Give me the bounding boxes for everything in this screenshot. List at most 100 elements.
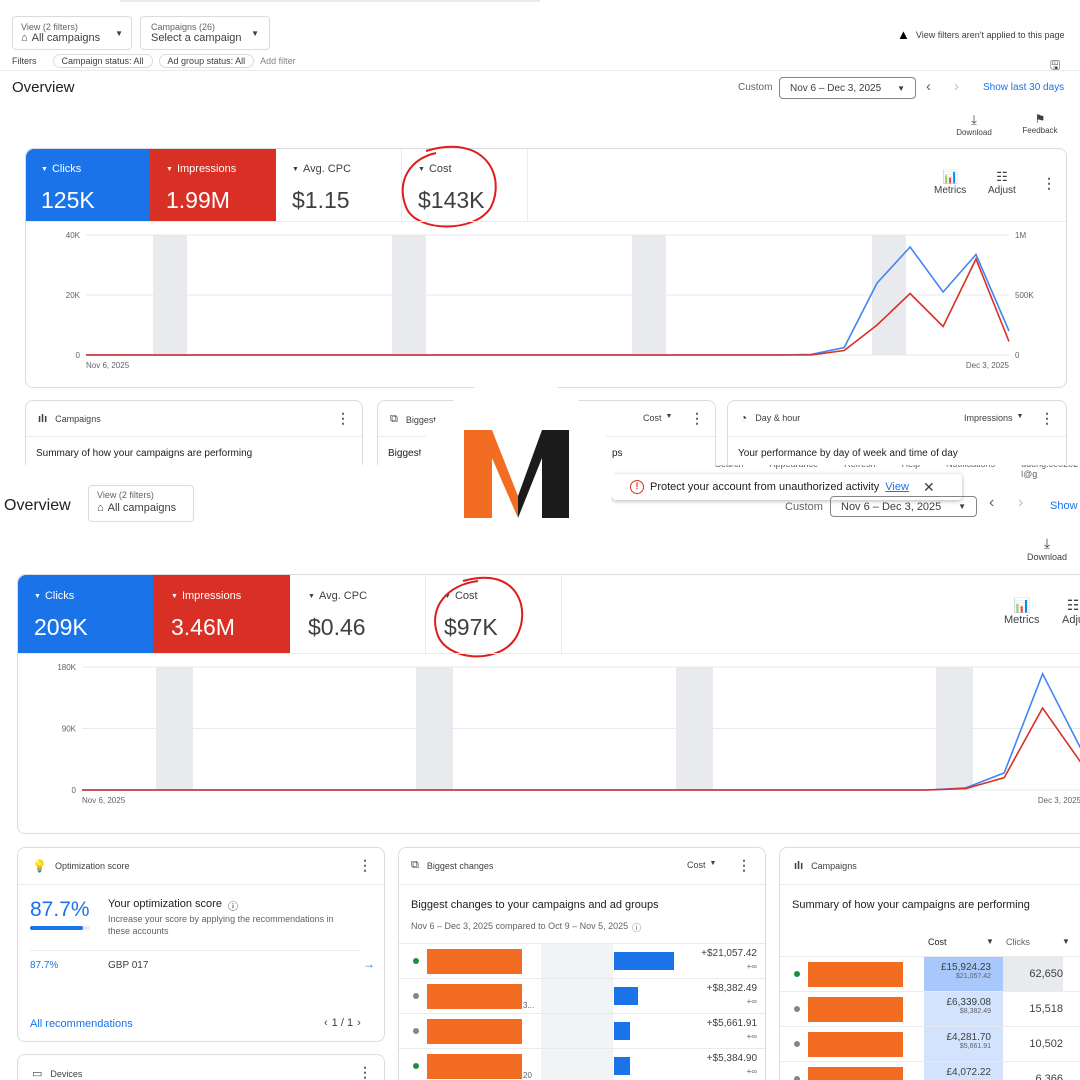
date-range-select[interactable]: Nov 6 – Dec 3, 2025 ▼ <box>779 77 916 99</box>
divider <box>30 950 360 951</box>
status-dot <box>794 971 800 977</box>
campaign-select[interactable]: Campaigns (26) Select a campaign ▼ <box>140 16 270 50</box>
cost-cell: £6,339.08 $8,382.49 <box>924 992 1003 1027</box>
metric-tile-impressions[interactable]: ▼ Impressions 1.99M <box>150 149 276 221</box>
x-axis-end-label: Dec 3, 2025 <box>966 361 1010 370</box>
status-dot <box>413 1063 419 1069</box>
filters-warning-text: View filters aren't applied to this page <box>915 29 1065 40</box>
more-options-icon[interactable]: ⋮ <box>1040 410 1054 427</box>
divider <box>728 436 1068 437</box>
y-axis-right-tick-label: 0 <box>1015 351 1020 360</box>
download-label: Download <box>1026 552 1068 562</box>
date-range-select[interactable]: Nov 6 – Dec 3, 2025 ▼ <box>830 496 977 517</box>
clicks-value: 6,366 <box>1003 1062 1063 1080</box>
bar-chart-icon: ılı <box>794 860 804 872</box>
card-title: Biggest changes <box>426 860 494 871</box>
dropdown-icon: ▼ <box>251 29 259 38</box>
header-account[interactable]: duong.ce0202 l@g <box>1021 465 1080 479</box>
more-options-icon[interactable]: ⋮ <box>336 410 350 427</box>
status-dot <box>413 993 419 999</box>
download-label: Download <box>956 128 992 137</box>
metric-tile-clicks[interactable]: ▼ Clicks 125K <box>26 149 150 221</box>
sort-select[interactable]: Cost ▼ <box>643 413 672 423</box>
more-options-icon[interactable]: ⋮ <box>690 410 704 427</box>
chevron-left-icon[interactable]: ‹ <box>324 1017 328 1029</box>
biggest-heading: Biggest changes to your campaigns and ad… <box>411 899 659 911</box>
metrics-button[interactable]: 📊 Metrics <box>934 169 966 196</box>
weekend-band <box>676 667 713 790</box>
shade-column <box>541 979 613 1014</box>
chevron-down-icon: ▼ <box>166 165 173 173</box>
next-period-icon[interactable]: › <box>954 78 959 95</box>
table-row[interactable]: +$5,384.90 +∞ 20 <box>399 1048 767 1080</box>
cost-value: £4,072.22 <box>946 1067 992 1078</box>
shade-column <box>541 1014 613 1049</box>
weekend-band <box>632 235 666 355</box>
show-link[interactable]: Show <box>1050 500 1078 512</box>
help-icon[interactable]: ⓘ <box>228 898 238 913</box>
tune-icon: ☷ <box>1066 597 1080 613</box>
weekend-band <box>392 235 426 355</box>
metric-tile-clicks[interactable]: ▼ Clicks 209K <box>18 575 153 653</box>
metric-tile-avg-cpc[interactable]: ▼ Avg. CPC $0.46 <box>290 575 426 653</box>
table-row[interactable]: £4,281.70 $5,661.91 10,502 <box>780 1026 1080 1062</box>
optimization-heading: Your optimization score <box>108 898 222 910</box>
page-title: Overview <box>4 497 71 514</box>
clicks-value: 15,518 <box>1003 992 1063 1027</box>
table-row[interactable]: +$21,057.42 +∞ <box>399 943 767 979</box>
table-row[interactable]: £6,339.08 $8,382.49 15,518 <box>780 991 1080 1027</box>
adjust-button[interactable]: ☷ Adjust <box>988 169 1016 196</box>
chevron-right-icon[interactable]: › <box>357 1017 361 1029</box>
sort-select[interactable]: Impressions ▼ <box>964 413 1023 423</box>
campaigns-summary-card: ılı Campaigns Summary of how your campai… <box>779 847 1080 1080</box>
chip-ad-group-status[interactable]: Ad group status: All <box>158 54 255 68</box>
metric-tile-avg-cpc[interactable]: ▼ Avg. CPC $1.15 <box>276 149 402 221</box>
metrics-button[interactable]: 📊 Metrics <box>1004 597 1039 626</box>
sort-desc-icon[interactable]: ▼ <box>986 937 994 946</box>
table-row[interactable]: £15,924.23 $21,057.42 62,650 <box>780 956 1080 992</box>
bar-chart-icon: ılı <box>38 413 48 425</box>
prev-period-icon[interactable]: ‹ <box>926 78 931 95</box>
all-recommendations-link[interactable]: All recommendations <box>30 1018 133 1030</box>
table-row[interactable]: +$8,382.49 +∞ 3... <box>399 978 767 1014</box>
sort-icon[interactable]: ▼ <box>1062 937 1070 946</box>
more-options-icon[interactable]: ⋮ <box>358 857 372 874</box>
metric-label: Avg. CPC <box>318 590 368 602</box>
arrow-right-icon[interactable]: → <box>363 957 375 971</box>
view-filter-select[interactable]: View (2 filters) ⌂ All campaigns ▼ <box>12 16 132 50</box>
next-period-icon[interactable]: › <box>1018 494 1023 512</box>
close-icon[interactable]: ✕ <box>923 479 935 496</box>
chevron-down-icon: ▼ <box>292 165 299 173</box>
column-header-cost[interactable]: Cost <box>928 937 947 947</box>
table-row[interactable]: +$5,661.91 +∞ <box>399 1013 767 1049</box>
chip-campaign-status[interactable]: Campaign status: All <box>52 54 153 68</box>
select-campaign-label: Select a campaign <box>151 32 242 44</box>
metrics-label: Metrics <box>934 185 967 196</box>
date-range-text: Nov 6 – Dec 3, 2025 <box>841 500 942 513</box>
page-title: Overview <box>12 79 75 96</box>
prev-period-icon[interactable]: ‹ <box>989 494 994 512</box>
adjust-button[interactable]: ☷ Adju <box>1062 597 1080 626</box>
protect-view-link[interactable]: View <box>885 481 909 493</box>
more-options-icon[interactable]: ⋮ <box>737 857 751 874</box>
save-icon[interactable]: 🖫 <box>1050 56 1060 77</box>
more-options-icon[interactable]: ⋮ <box>358 1064 372 1080</box>
show-last-30-link[interactable]: Show last 30 days <box>983 82 1064 93</box>
weekend-band <box>153 235 187 355</box>
metric-tile-impressions[interactable]: ▼ Impressions 3.46M <box>153 575 290 653</box>
table-row[interactable]: £4,072.22 6,366 <box>780 1061 1080 1080</box>
cost-value: £4,281.70 <box>946 1032 992 1043</box>
add-filter-link[interactable]: Add filter <box>260 56 296 66</box>
cost-cell: £4,281.70 $5,661.91 <box>924 1027 1003 1062</box>
change-bar <box>614 1022 631 1040</box>
feedback-button[interactable]: ⚑ Feedback <box>1020 112 1060 135</box>
column-header-clicks[interactable]: Clicks <box>1006 937 1030 947</box>
help-icon[interactable]: ⓘ <box>632 921 641 934</box>
download-button[interactable]: ⤓ Download <box>1024 535 1070 562</box>
view-filter-select[interactable]: View (2 filters) ⌂ All campaigns <box>88 485 194 522</box>
more-options-icon[interactable]: ⋮ <box>1042 175 1056 192</box>
download-button[interactable]: ⤓ Download <box>954 112 994 137</box>
sort-select[interactable]: Cost ▼ <box>687 860 716 870</box>
y-axis-right-tick-label: 1M <box>1015 231 1026 240</box>
pager: 1 / 1 <box>331 1017 354 1029</box>
